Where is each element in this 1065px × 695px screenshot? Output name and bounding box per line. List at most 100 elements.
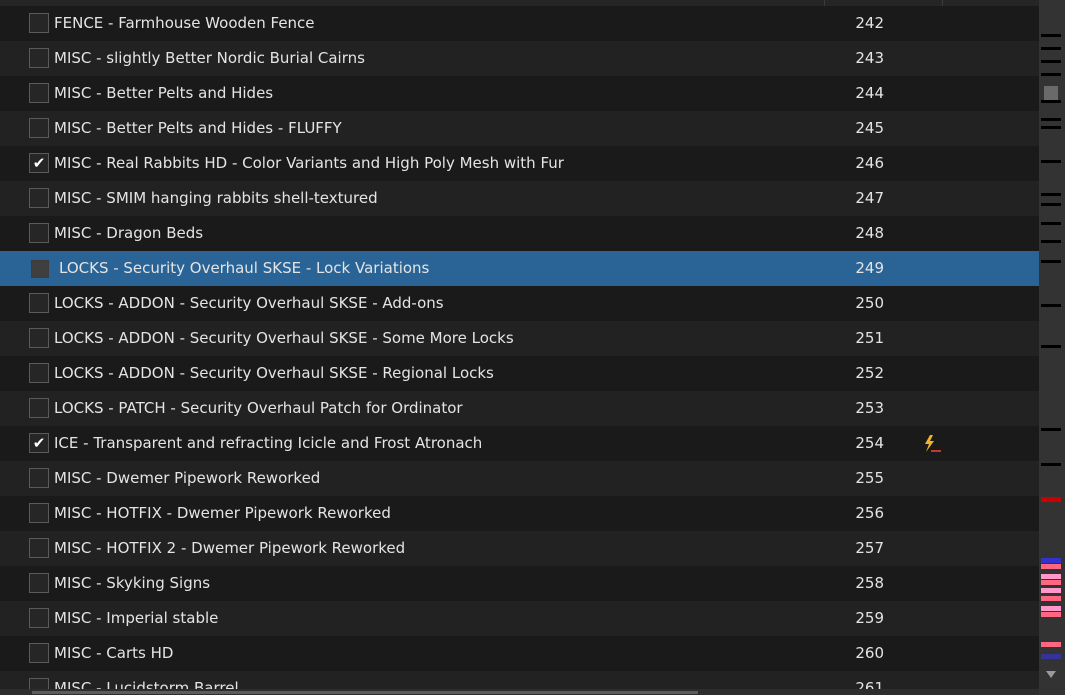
scrollbar-marker [1041, 222, 1061, 225]
mod-row[interactable]: ✔ ICE - Transparent and refracting Icicle… [0, 426, 1039, 461]
mod-enabled-checkbox[interactable] [29, 678, 49, 689]
scrollbar-marker [1041, 642, 1061, 647]
scrollbar-marker [1041, 118, 1061, 121]
mod-priority: 254 [855, 434, 884, 452]
scrollbar-marker [1041, 126, 1061, 129]
lightning-flag-icon [921, 434, 943, 454]
mod-enabled-checkbox[interactable] [29, 538, 49, 558]
mod-name: MISC - HOTFIX - Dwemer Pipework Reworked [54, 504, 391, 522]
mod-row[interactable]: MISC - HOTFIX - Dwemer Pipework Reworked… [0, 496, 1039, 531]
mod-enabled-checkbox[interactable] [29, 363, 49, 383]
scrollbar-marker [1041, 596, 1061, 601]
mod-priority: 260 [855, 644, 884, 662]
mod-row[interactable]: MISC - HOTFIX 2 - Dwemer Pipework Rework… [0, 531, 1039, 566]
horizontal-scrollbar-thumb[interactable] [32, 691, 698, 694]
mod-row[interactable]: ✔ MISC - Real Rabbits HD - Color Variants… [0, 146, 1039, 181]
mod-enabled-checkbox[interactable] [29, 223, 49, 243]
scrollbar-marker [1041, 428, 1061, 431]
scrollbar-marker [1041, 345, 1061, 348]
scrollbar-marker [1041, 73, 1061, 76]
mod-row[interactable]: LOCKS - ADDON - Security Overhaul SKSE -… [0, 356, 1039, 391]
scrollbar-marker [1041, 654, 1061, 659]
mod-enabled-checkbox[interactable] [29, 293, 49, 313]
mod-name: LOCKS - PATCH - Security Overhaul Patch … [54, 399, 463, 417]
mod-name: MISC - Better Pelts and Hides [54, 84, 274, 102]
scrollbar-marker [1041, 588, 1061, 593]
scrollbar-marker [1041, 606, 1061, 611]
mod-priority: 258 [855, 574, 884, 592]
mod-row[interactable]: MISC - Lucidstorm Barrel 261 [0, 671, 1039, 689]
mod-name: MISC - HOTFIX 2 - Dwemer Pipework Rework… [54, 539, 406, 557]
mod-enabled-checkbox[interactable] [29, 608, 49, 628]
scrollbar-marker [1041, 558, 1061, 563]
mod-enabled-checkbox[interactable] [29, 573, 49, 593]
mod-enabled-checkbox[interactable] [29, 118, 49, 138]
mod-name: MISC - Lucidstorm Barrel [54, 679, 239, 689]
mod-name: ICE - Transparent and refracting Icicle … [54, 434, 483, 452]
horizontal-scrollbar[interactable] [0, 689, 1039, 695]
mod-enabled-checkbox[interactable] [29, 13, 49, 33]
mod-enabled-checkbox[interactable] [29, 468, 49, 488]
mod-row[interactable]: LOCKS - PATCH - Security Overhaul Patch … [0, 391, 1039, 426]
mod-name: LOCKS - ADDON - Security Overhaul SKSE -… [54, 329, 514, 347]
mod-priority: 249 [855, 259, 884, 277]
mod-row[interactable]: MISC - slightly Better Nordic Burial Cai… [0, 41, 1039, 76]
scrollbar-marker [1041, 580, 1061, 585]
mod-enabled-checkbox[interactable] [29, 328, 49, 348]
mod-priority: 257 [855, 539, 884, 557]
mod-row[interactable]: MISC - Dragon Beds 248 [0, 216, 1039, 251]
mod-priority: 246 [855, 154, 884, 172]
mod-enabled-checkbox[interactable] [31, 260, 49, 278]
mod-row[interactable]: MISC - Better Pelts and Hides 244 [0, 76, 1039, 111]
scrollbar-marker [1041, 260, 1061, 263]
mod-row[interactable]: MISC - Imperial stable 259 [0, 601, 1039, 636]
mod-row[interactable]: MISC - Skyking Signs 258 [0, 566, 1039, 601]
mod-enabled-checkbox[interactable] [29, 83, 49, 103]
mod-name: MISC - SMIM hanging rabbits shell-textur… [54, 189, 378, 207]
mod-row[interactable]: FENCE - Farmhouse Wooden Fence 242 [0, 6, 1039, 41]
mod-priority: 243 [855, 49, 884, 67]
vertical-scrollbar[interactable] [1039, 0, 1065, 695]
scrollbar-marker [1041, 574, 1061, 579]
mod-name: MISC - Carts HD [54, 644, 174, 662]
mod-name: LOCKS - ADDON - Security Overhaul SKSE -… [54, 294, 444, 312]
mod-priority: 261 [855, 679, 884, 689]
scrollbar-marker [1041, 463, 1061, 466]
mod-enabled-checkbox[interactable] [29, 643, 49, 663]
mod-enabled-checkbox[interactable] [29, 188, 49, 208]
mod-priority: 251 [855, 329, 884, 347]
mod-name: FENCE - Farmhouse Wooden Fence [54, 14, 315, 32]
mod-enabled-checkbox[interactable] [29, 503, 49, 523]
mod-name: MISC - Real Rabbits HD - Color Variants … [54, 154, 564, 172]
mod-name: LOCKS - Security Overhaul SKSE - Lock Va… [59, 259, 430, 277]
mod-row[interactable]: MISC - Dwemer Pipework Reworked 255 [0, 461, 1039, 496]
mod-row[interactable]: MISC - Better Pelts and Hides - FLUFFY 24… [0, 111, 1039, 146]
mod-priority: 245 [855, 119, 884, 137]
scrollbar-marker [1041, 612, 1061, 617]
mod-row[interactable]: LOCKS - Security Overhaul SKSE - Lock Va… [0, 251, 1039, 286]
scrollbar-marker [1041, 100, 1061, 103]
mod-name: LOCKS - ADDON - Security Overhaul SKSE -… [54, 364, 494, 382]
scroll-down-arrow-icon[interactable] [1046, 671, 1056, 678]
mod-priority: 250 [855, 294, 884, 312]
mod-priority: 255 [855, 469, 884, 487]
mod-enabled-checkbox[interactable]: ✔ [29, 433, 49, 453]
scrollbar-marker [1041, 60, 1061, 63]
mod-name: MISC - Dwemer Pipework Reworked [54, 469, 321, 487]
mod-priority: 242 [855, 14, 884, 32]
mod-row[interactable]: LOCKS - ADDON - Security Overhaul SKSE -… [0, 286, 1039, 321]
mod-row[interactable]: LOCKS - ADDON - Security Overhaul SKSE -… [0, 321, 1039, 356]
mod-row[interactable]: MISC - SMIM hanging rabbits shell-textur… [0, 181, 1039, 216]
mod-row[interactable]: MISC - Carts HD 260 [0, 636, 1039, 671]
mod-enabled-checkbox[interactable] [29, 398, 49, 418]
scrollbar-marker [1041, 193, 1061, 196]
mod-enabled-checkbox[interactable] [29, 48, 49, 68]
mod-enabled-checkbox[interactable]: ✔ [29, 153, 49, 173]
scrollbar-marker [1041, 160, 1061, 163]
mod-name: MISC - Better Pelts and Hides - FLUFFY [54, 119, 342, 137]
mod-list[interactable]: FENCE - Farmhouse Wooden Fence 242 MISC - … [0, 0, 1039, 689]
vertical-scrollbar-thumb[interactable] [1044, 86, 1058, 100]
mod-priority: 256 [855, 504, 884, 522]
scrollbar-marker [1041, 47, 1061, 50]
scrollbar-marker [1041, 203, 1061, 206]
